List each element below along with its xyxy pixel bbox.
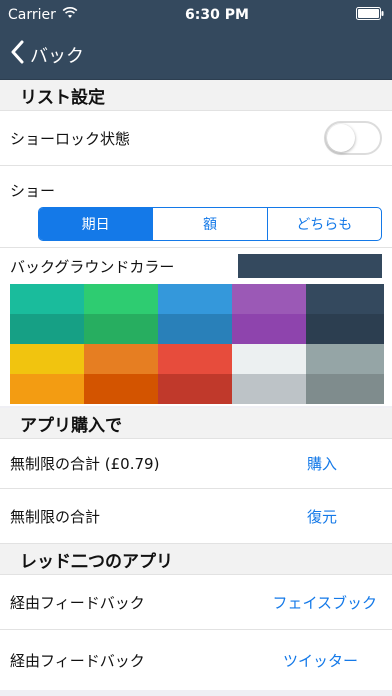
current-color-swatch xyxy=(238,254,382,278)
color-swatch[interactable] xyxy=(84,344,158,374)
bg-color-section: バックグラウンドカラー xyxy=(0,248,392,406)
show-label: ショー xyxy=(10,182,56,200)
wifi-icon xyxy=(62,6,78,23)
color-swatch[interactable] xyxy=(158,344,232,374)
facebook-feedback-row[interactable]: 経由フィードバック フェイスブック xyxy=(0,575,392,630)
color-swatch[interactable] xyxy=(306,284,384,314)
section-header-purchase: アプリ購入で xyxy=(0,408,392,439)
section-header-apps: レッド二つのアプリ xyxy=(0,544,392,575)
color-swatch[interactable] xyxy=(10,344,84,374)
lock-label: ショーロック状態 xyxy=(10,129,131,148)
color-swatch[interactable] xyxy=(232,314,306,344)
toggle-knob xyxy=(327,124,355,152)
color-swatch[interactable] xyxy=(10,284,84,314)
facebook-button[interactable]: フェイスブック xyxy=(272,592,377,613)
color-swatch[interactable] xyxy=(84,314,158,344)
restore-label: 無制限の合計 xyxy=(10,507,101,526)
bg-color-label: バックグラウンドカラー xyxy=(10,257,175,276)
show-row: ショー 期日 額 どちらも xyxy=(0,166,392,248)
section-header-list-settings: リスト設定 xyxy=(0,80,392,111)
color-swatch[interactable] xyxy=(84,284,158,314)
show-segmented-control: 期日 額 どちらも xyxy=(38,207,382,241)
color-swatch[interactable] xyxy=(232,374,306,404)
lock-row: ショーロック状態 xyxy=(0,111,392,166)
color-swatch[interactable] xyxy=(232,284,306,314)
carrier-label: Carrier xyxy=(8,7,56,23)
color-swatch[interactable] xyxy=(158,374,232,404)
nav-bar: バック xyxy=(0,30,392,80)
clock: 6:30 PM xyxy=(185,7,249,23)
chevron-left-icon xyxy=(10,40,24,69)
status-bar: Carrier 6:30 PM xyxy=(0,0,392,30)
color-swatch[interactable] xyxy=(232,344,306,374)
color-swatch[interactable] xyxy=(84,374,158,404)
feedback-label: 経由フィードバック xyxy=(10,593,145,612)
color-swatch[interactable] xyxy=(158,284,232,314)
color-swatch[interactable] xyxy=(10,374,84,404)
segment-both[interactable]: どちらも xyxy=(266,208,381,240)
color-swatch[interactable] xyxy=(306,314,384,344)
restore-button[interactable]: 復元 xyxy=(307,506,337,527)
purchase-row[interactable]: 無制限の合計 (£0.79) 購入 xyxy=(0,439,392,489)
segment-due-date[interactable]: 期日 xyxy=(39,208,153,240)
back-button[interactable]: バック xyxy=(10,40,84,69)
purchase-label: 無制限の合計 (£0.79) xyxy=(10,455,160,473)
twitter-feedback-row[interactable]: 経由フィードバック ツイッター xyxy=(0,630,392,690)
color-swatch[interactable] xyxy=(10,314,84,344)
color-palette xyxy=(10,284,392,404)
color-swatch[interactable] xyxy=(306,374,384,404)
color-swatch[interactable] xyxy=(306,344,384,374)
feedback-label: 経由フィードバック xyxy=(10,651,145,670)
lock-toggle[interactable] xyxy=(324,121,382,155)
back-label: バック xyxy=(30,45,84,67)
restore-row[interactable]: 無制限の合計 復元 xyxy=(0,489,392,544)
buy-button[interactable]: 購入 xyxy=(307,453,337,474)
battery-icon xyxy=(356,6,384,24)
color-swatch[interactable] xyxy=(158,314,232,344)
segment-amount[interactable]: 額 xyxy=(152,208,266,240)
twitter-button[interactable]: ツイッター xyxy=(283,650,358,671)
